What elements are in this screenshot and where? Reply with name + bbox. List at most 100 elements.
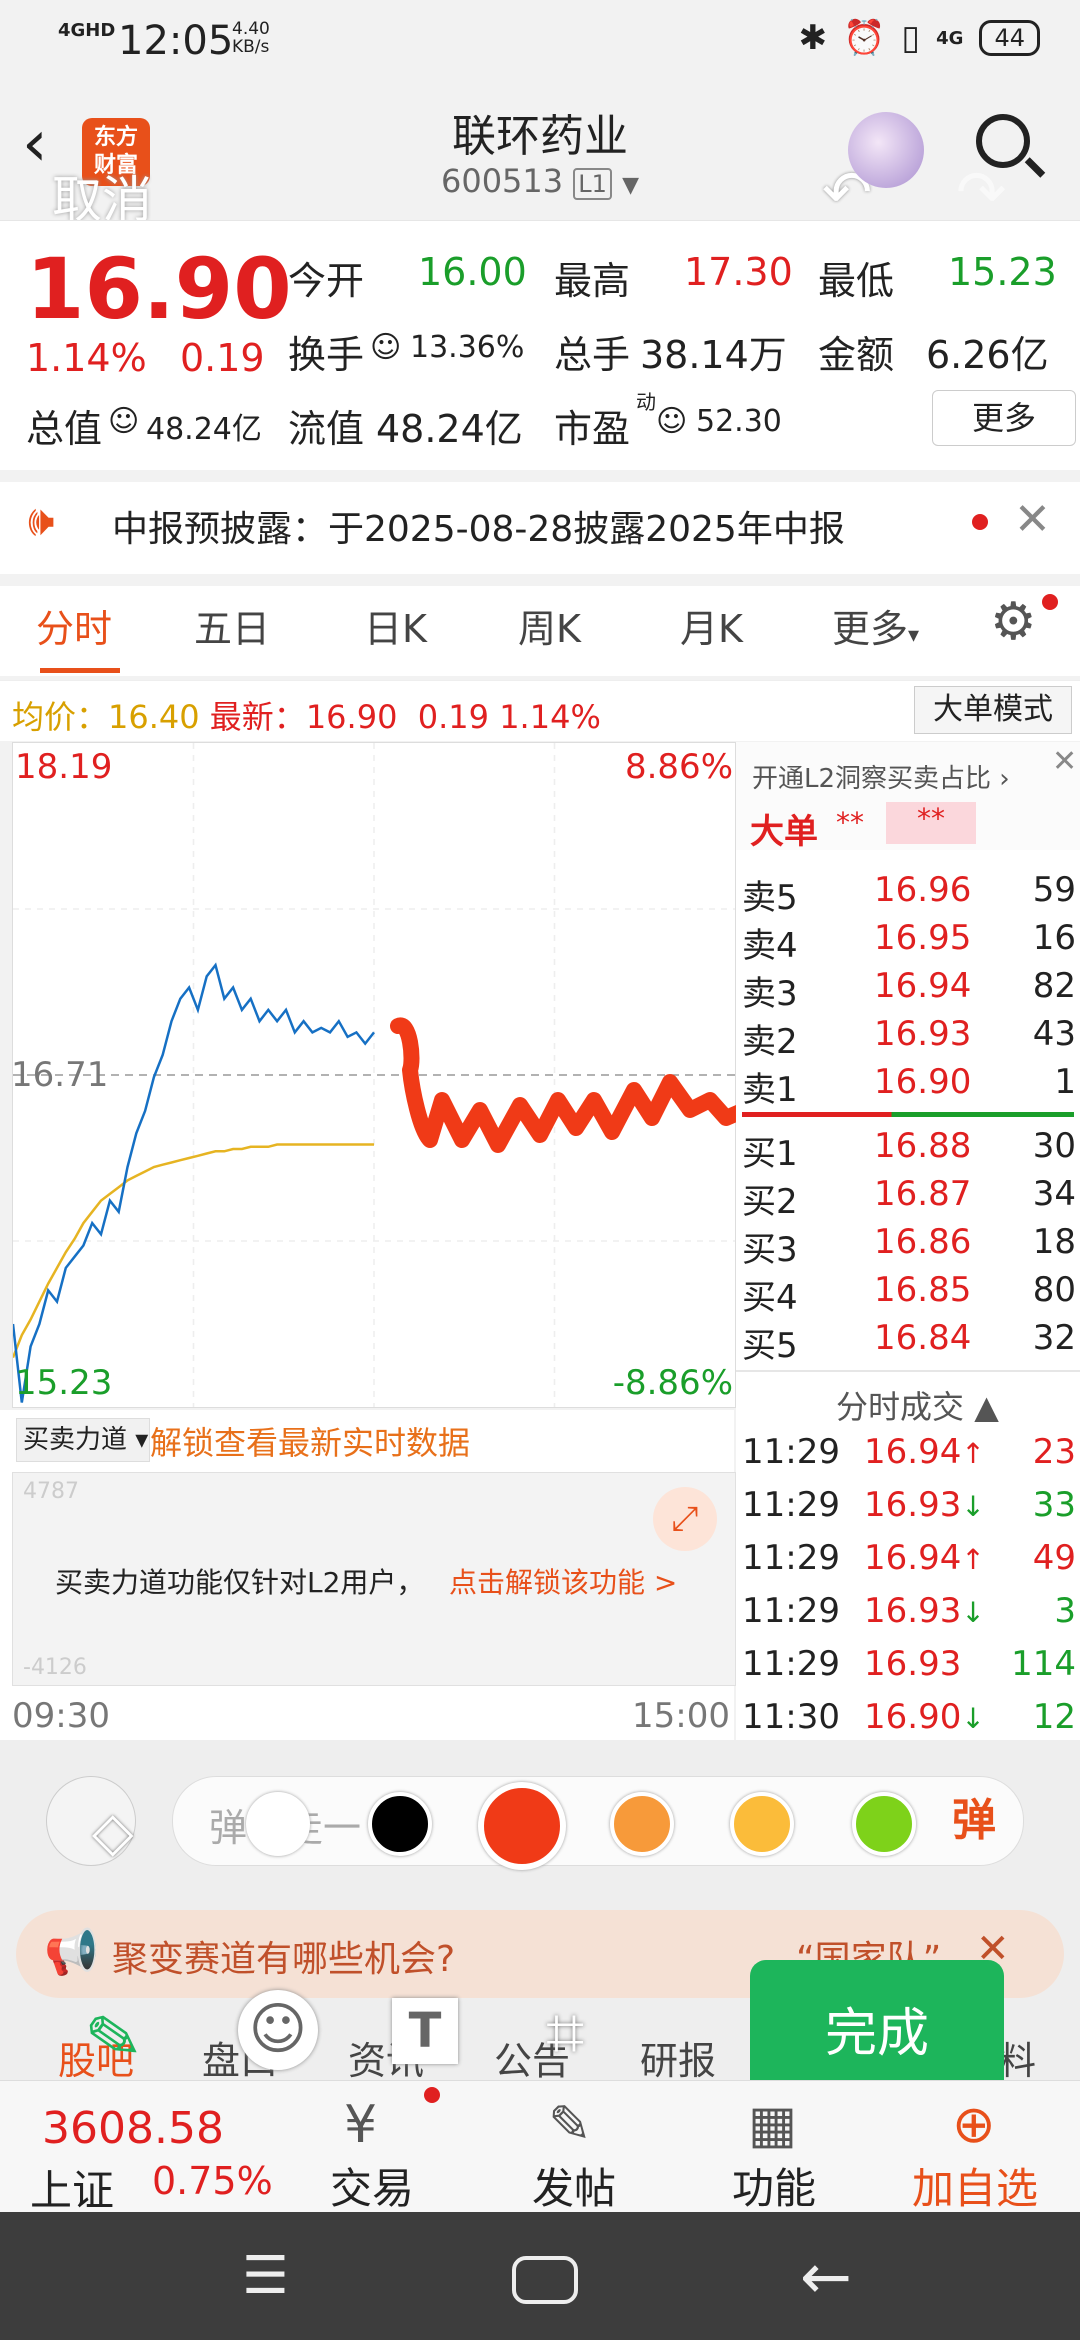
big-order-label: 大单 (750, 812, 818, 852)
add-watchlist-icon[interactable]: ⊕ (952, 2095, 996, 2155)
turnover-value: 13.36% (410, 330, 525, 365)
nav-trade[interactable]: 交易 (330, 2155, 414, 2216)
close-icon[interactable]: ✕ (1014, 494, 1051, 545)
sub-tab-research[interactable]: 研报 (640, 2030, 716, 2085)
info-icon[interactable]: ☺ (370, 330, 401, 365)
status-icons: ✱ ⏰ ▯ 4G 44 (799, 18, 1040, 58)
buy-order-row: 买3 16.86 18 (736, 1222, 1080, 1270)
pe-label: 市盈 (554, 407, 631, 451)
order-volume: 30 (1032, 1126, 1076, 1166)
color-swatch[interactable] (246, 1792, 310, 1856)
nav-function[interactable]: 功能 (732, 2155, 816, 2216)
index-name[interactable]: 上证 (30, 2157, 114, 2218)
speaker-icon: 🕪 (28, 496, 55, 545)
tab-weekly-k[interactable]: 周K (518, 598, 581, 653)
order-price: 16.93 (874, 1014, 972, 1054)
tab-monthly-k[interactable]: 月K (680, 598, 743, 653)
order-volume: 16 (1032, 918, 1076, 958)
color-swatch[interactable] (730, 1792, 794, 1856)
color-swatch[interactable] (478, 1782, 566, 1870)
bluetooth-icon: ✱ (798, 18, 828, 58)
big-order-mode-button[interactable]: 大单模式 (914, 686, 1072, 734)
status-bar: 4GHD 12:05 4.40 KB/s ✱ ⏰ ▯ 4G 44 (0, 0, 1080, 80)
crop-icon[interactable]: ⌗ (546, 1994, 584, 2074)
locked-indicator-area[interactable]: 4787 -4126 买卖力道功能仅针对L2用户， 点击解锁该功能 > ⤢ (12, 1472, 736, 1686)
order-price: 16.85 (874, 1270, 972, 1310)
indicator-dropdown[interactable]: 买卖力道 ▾ (16, 1418, 150, 1462)
trade-volume: 33 (1032, 1485, 1076, 1525)
info-icon[interactable]: ☺ (656, 404, 687, 439)
info-icon[interactable]: ☺ (108, 404, 139, 439)
system-nav-bar: ☰ ← (0, 2212, 1080, 2340)
current-price: 16.90 (26, 240, 292, 338)
eraser-icon[interactable]: ◇ (92, 1800, 134, 1863)
chart-bottom-price: 15.23 (15, 1363, 113, 1403)
text-tool-icon[interactable]: T (392, 1998, 458, 2064)
back-nav-icon[interactable]: ← (800, 2240, 852, 2313)
nav-post[interactable]: 发帖 (532, 2155, 616, 2216)
pressure-bar (742, 1112, 1074, 1117)
mktcap-value: 48.24亿 (146, 412, 262, 447)
function-icon[interactable]: ▦ (748, 2095, 797, 2155)
trade-icon[interactable]: ¥ (344, 2095, 377, 2155)
more-button[interactable]: 更多 (932, 390, 1076, 446)
order-volume: 80 (1032, 1270, 1076, 1310)
close-icon[interactable]: ✕ (1052, 744, 1077, 779)
danmaku-toggle-icon[interactable]: 弹 (952, 1784, 996, 1848)
open-value: 16.00 (418, 250, 527, 294)
trade-time: 11:29 (742, 1591, 840, 1631)
menu-icon[interactable]: ☰ (242, 2246, 289, 2306)
color-swatch[interactable] (852, 1792, 916, 1856)
l2-header[interactable]: 开通L2洞察买卖占比 › ✕ 大单 ** ** (736, 742, 1080, 852)
color-swatch[interactable] (610, 1792, 674, 1856)
trade-price: 16.94↑ (864, 1538, 985, 1578)
clock: 12:05 (118, 18, 234, 64)
tab-intraday[interactable]: 分时 (36, 598, 112, 653)
order-price: 16.94 (874, 966, 972, 1006)
trade-price: 16.93 (864, 1644, 962, 1684)
post-icon[interactable]: ✎ (548, 2095, 592, 2155)
faint-top-value: 4787 (23, 1479, 79, 1504)
sell-order-row: 卖5 16.96 59 (736, 870, 1080, 918)
trades-title[interactable]: 分时成交 ▲ (836, 1382, 999, 1428)
nav-add-watchlist[interactable]: 加自选 (912, 2155, 1038, 2216)
float-value: 48.24亿 (376, 407, 523, 451)
emoji-icon[interactable]: ☺ (238, 1990, 318, 2070)
tab-five-day[interactable]: 五日 (194, 598, 270, 653)
color-swatch[interactable] (368, 1792, 432, 1856)
trade-row: 11:29 16.93↓ 3 (736, 1591, 1080, 1639)
order-label: 买4 (742, 1278, 798, 1318)
unlock-feature-link[interactable]: 点击解锁该功能 > (449, 1561, 677, 1601)
search-icon[interactable] (976, 114, 1030, 168)
order-price: 16.86 (874, 1222, 972, 1262)
float-label: 流值 (288, 407, 365, 451)
l2-promo[interactable]: 开通L2洞察买卖占比 › (752, 758, 1010, 795)
net-speed: 4.40 KB/s (232, 19, 270, 57)
assistant-avatar[interactable] (848, 112, 924, 188)
unlock-link[interactable]: 解锁查看最新实时数据 (150, 1418, 470, 1464)
unread-dot (972, 514, 988, 530)
tab-more[interactable]: 更多▾ (832, 598, 919, 653)
notice-text[interactable]: 中报预披露：于2025-08-28披露2025年中报 (112, 500, 845, 552)
vibrate-icon: ▯ (901, 18, 921, 58)
volume-label: 总手 (554, 333, 631, 377)
index-value[interactable]: 3608.58 (42, 2103, 224, 2154)
tab-daily-k[interactable]: 日K (364, 598, 427, 653)
sell-order-row: 卖4 16.95 16 (736, 918, 1080, 966)
chart-bottom-pct: -8.86% (612, 1363, 733, 1403)
order-price: 16.88 (874, 1126, 972, 1166)
settings-gear-icon[interactable]: ⚙ (990, 592, 1037, 652)
chart-mid-price: 16.71 (11, 1055, 109, 1095)
order-book-panel: 开通L2洞察买卖占比 › ✕ 大单 ** ** 卖5 16.96 59 卖4 16.95… (736, 742, 1080, 1742)
buy-order-row: 买5 16.84 32 (736, 1318, 1080, 1366)
stars-left: ** (836, 806, 864, 839)
high-label: 最高 (554, 259, 631, 303)
expand-icon[interactable]: ⤢ (653, 1487, 717, 1551)
home-icon[interactable] (512, 2256, 578, 2304)
order-label: 卖1 (742, 1070, 798, 1110)
buy-order-row: 买4 16.85 80 (736, 1270, 1080, 1318)
trade-time: 11:29 (742, 1538, 840, 1578)
index-pct[interactable]: 0.75% (152, 2159, 273, 2203)
high-value: 17.30 (684, 250, 793, 294)
turnover-label: 换手 (288, 333, 365, 377)
